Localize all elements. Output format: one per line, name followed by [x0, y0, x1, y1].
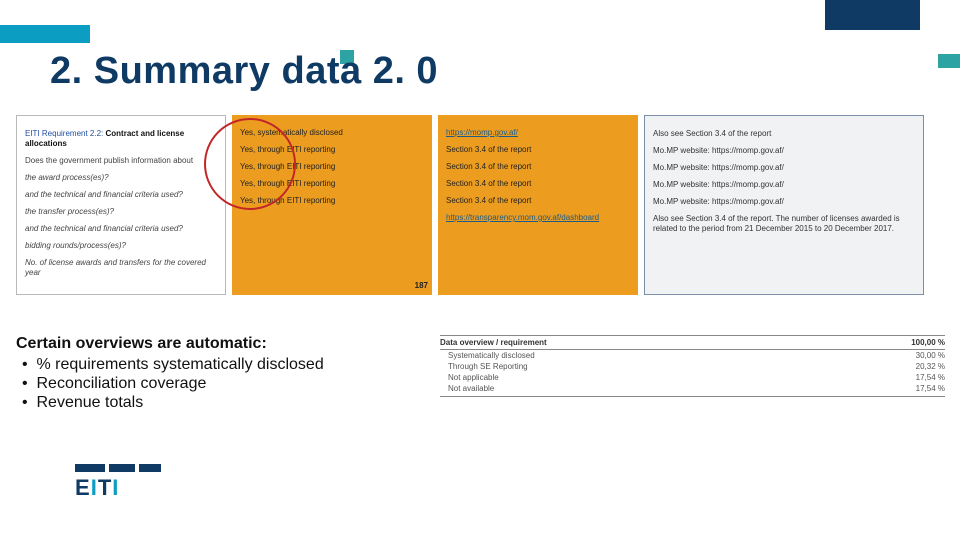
note-row: Also see Section 3.4 of the report	[653, 129, 915, 139]
panels-row: EITI Requirement 2.2: Contract and licen…	[10, 115, 950, 295]
question-row: and the technical and financial criteria…	[25, 190, 217, 200]
overview-header: Data overview / requirement 100,00 %	[440, 335, 945, 350]
overview-value: 17,54 %	[895, 373, 945, 382]
source-ref: Section 3.4 of the report	[446, 196, 630, 206]
eiti-logo: EITI	[75, 464, 170, 498]
answer-row: Yes, systematically disclosed	[240, 128, 424, 138]
overview-label: Through SE Reporting	[440, 362, 895, 371]
question-row: No. of license awards and transfers for …	[25, 258, 217, 278]
overview-row: Not applicable 17,54 %	[440, 372, 945, 383]
note-row: Mo.MP website: https://momp.gov.af/	[653, 163, 915, 173]
overview-row: Through SE Reporting 20,32 %	[440, 361, 945, 372]
note-row: Mo.MP website: https://momp.gov.af/	[653, 180, 915, 190]
overview-table: Data overview / requirement 100,00 % Sys…	[440, 335, 945, 397]
accent-bar-right	[938, 54, 960, 68]
license-count: 187	[415, 281, 428, 291]
bullet-item: • % requirements systematically disclose…	[22, 356, 324, 374]
source-ref: Section 3.4 of the report	[446, 145, 630, 155]
overview-label: Not available	[440, 384, 895, 393]
panel-questions-header: EITI Requirement 2.2: Contract and licen…	[25, 129, 217, 149]
question-row: the award process(es)?	[25, 173, 217, 183]
logo-text: EITI	[75, 475, 170, 501]
answer-row: Yes, through EITI reporting	[240, 145, 424, 155]
bullet-text: Revenue totals	[37, 394, 144, 411]
question-row: the transfer process(es)?	[25, 207, 217, 217]
source-ref: Section 3.4 of the report	[446, 162, 630, 172]
accent-bar-navy	[825, 0, 920, 30]
note-row: Mo.MP website: https://momp.gov.af/	[653, 197, 915, 207]
panel-questions: EITI Requirement 2.2: Contract and licen…	[16, 115, 226, 295]
overview-header-right: 100,00 %	[875, 338, 945, 347]
overview-value: 20,32 %	[895, 362, 945, 371]
overview-header-left: Data overview / requirement	[440, 338, 875, 347]
bullet-text: % requirements systematically disclosed	[37, 356, 324, 373]
logo-bars-icon	[75, 464, 170, 472]
overview-row: Not available 17,54 %	[440, 383, 945, 394]
source-ref: Section 3.4 of the report	[446, 179, 630, 189]
auto-overviews-block: Certain overviews are automatic: • % req…	[16, 335, 324, 413]
bullet-item: • Revenue totals	[22, 394, 324, 412]
panel-notes: Also see Section 3.4 of the report Mo.MP…	[644, 115, 924, 295]
overview-value: 30,00 %	[895, 351, 945, 360]
source-link[interactable]: https://momp.gov.af/	[446, 128, 630, 138]
accent-bar-cyan	[0, 25, 90, 43]
panel-questions-lead: Does the government publish information …	[25, 156, 217, 166]
question-row: bidding rounds/process(es)?	[25, 241, 217, 251]
overview-row: Systematically disclosed 30,00 %	[440, 350, 945, 361]
source-link[interactable]: https://transparency.mom.gov.af/dashboar…	[446, 213, 630, 223]
slide-title: 2. Summary data 2. 0	[50, 50, 438, 93]
note-row: Also see Section 3.4 of the report. The …	[653, 214, 915, 234]
panel-sources: https://momp.gov.af/ Section 3.4 of the …	[438, 115, 638, 295]
overview-rule	[440, 396, 945, 397]
auto-overviews-heading: Certain overviews are automatic:	[16, 335, 324, 353]
answer-row: Yes, through EITI reporting	[240, 196, 424, 206]
bullet-item: • Reconciliation coverage	[22, 375, 324, 393]
answer-row: Yes, through EITI reporting	[240, 162, 424, 172]
answer-row: Yes, through EITI reporting	[240, 179, 424, 189]
overview-label: Systematically disclosed	[440, 351, 895, 360]
question-row: and the technical and financial criteria…	[25, 224, 217, 234]
overview-value: 17,54 %	[895, 384, 945, 393]
overview-label: Not applicable	[440, 373, 895, 382]
panel-answers: Yes, systematically disclosed Yes, throu…	[232, 115, 432, 295]
note-row: Mo.MP website: https://momp.gov.af/	[653, 146, 915, 156]
bullet-text: Reconciliation coverage	[37, 375, 207, 392]
requirement-number: EITI Requirement 2.2:	[25, 129, 103, 138]
